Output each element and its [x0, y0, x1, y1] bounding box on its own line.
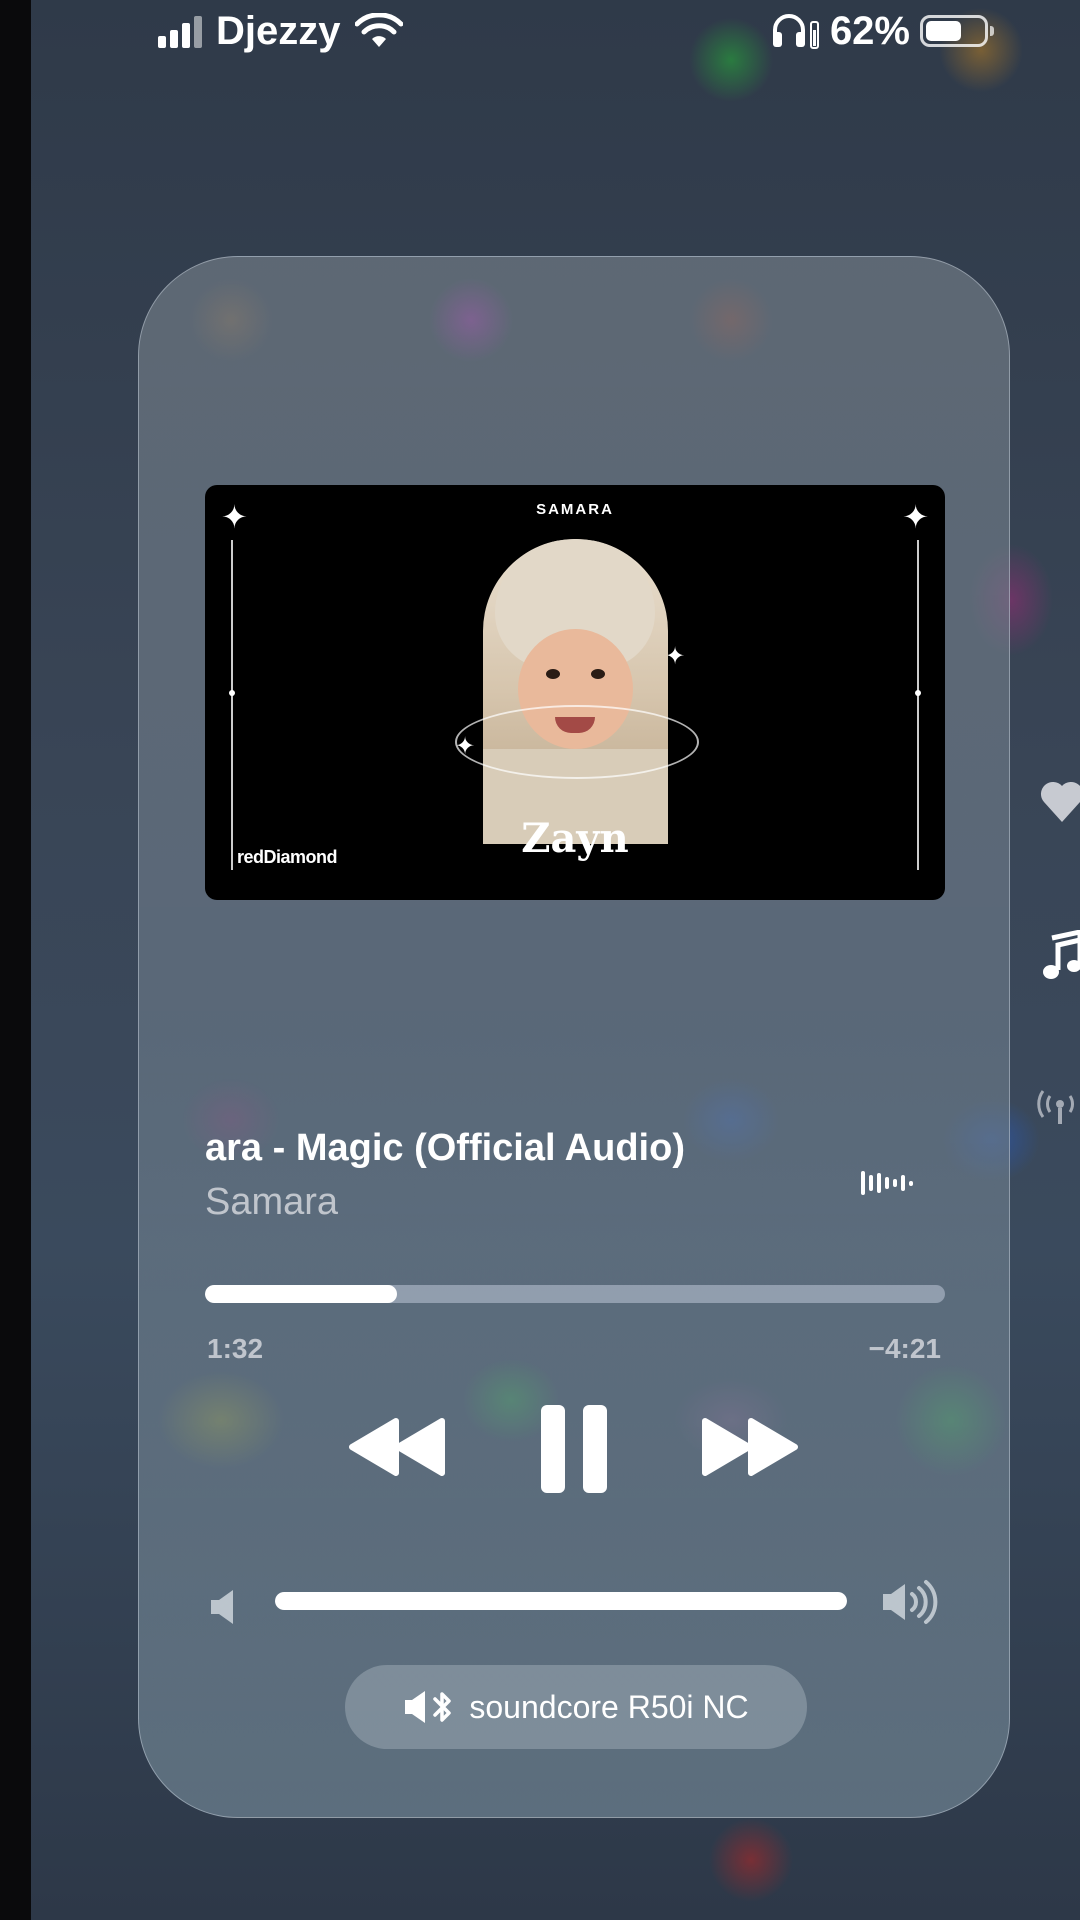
volume-slider[interactable] — [275, 1592, 847, 1610]
playback-progress-fill — [205, 1285, 398, 1303]
headphones-icon — [772, 14, 819, 49]
frame-dot — [915, 690, 921, 696]
carrier-name: Djezzy — [216, 8, 341, 53]
wifi-icon — [354, 13, 403, 47]
elapsed-time: 1:32 — [207, 1333, 264, 1364]
battery-percent: 62% — [829, 8, 910, 53]
track-artist[interactable]: Samara — [205, 1181, 338, 1224]
fast-forward-icon — [702, 1418, 798, 1476]
sparkle-icon: ✦ — [665, 643, 686, 670]
status-bar-left: Djezzy — [158, 0, 403, 62]
volume-fill — [275, 1592, 847, 1610]
speaker-bluetooth-icon — [405, 1691, 452, 1723]
rewind-button[interactable] — [343, 1407, 453, 1487]
waveform-icon[interactable] — [859, 1163, 919, 1203]
music-note-icon[interactable] — [1040, 930, 1080, 982]
output-device-name: soundcore R50i NC — [469, 1688, 749, 1725]
signal-icon — [158, 14, 202, 48]
artwork-watermark: redDiamond — [237, 847, 338, 867]
volume-high-icon — [883, 1580, 938, 1624]
track-title: ara - Magic (Official Audio) — [205, 1127, 685, 1169]
status-bar-right: 62% — [770, 0, 994, 62]
remaining-time: −4:21 — [868, 1333, 941, 1364]
audio-output-button[interactable]: soundcore R50i NC — [345, 1665, 807, 1749]
baby-photo — [483, 539, 668, 844]
fast-forward-button[interactable] — [694, 1407, 804, 1487]
sparkle-icon: ✦ — [902, 499, 929, 535]
sparkle-icon: ✦ — [221, 499, 248, 535]
now-playing-card[interactable]: SAMARA ✦ ✦ ✦ ✦ Zayn redDiamond ara - Mag… — [138, 256, 1010, 1818]
pause-button[interactable] — [529, 1399, 619, 1499]
frame-dot — [229, 690, 235, 696]
heart-icon[interactable] — [1040, 778, 1080, 824]
album-artwork[interactable]: SAMARA ✦ ✦ ✦ ✦ Zayn redDiamond — [205, 485, 945, 900]
pause-icon — [541, 1405, 607, 1493]
battery-icon — [920, 15, 994, 47]
rewind-icon — [349, 1418, 445, 1476]
artwork-top-label: SAMARA — [536, 501, 614, 518]
volume-low-icon — [211, 1590, 233, 1624]
halo-ring — [455, 705, 699, 779]
playback-scrubber[interactable] — [205, 1285, 945, 1303]
broadcast-icon[interactable] — [1036, 1088, 1080, 1128]
